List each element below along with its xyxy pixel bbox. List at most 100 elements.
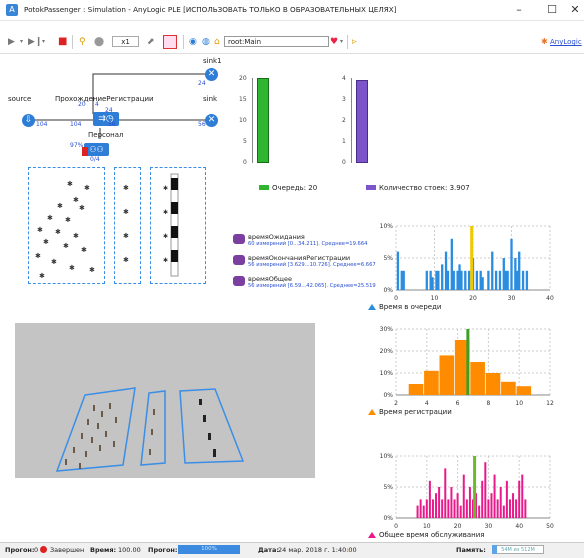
histogram-bar xyxy=(419,499,422,518)
passengers-in-queue: ✱ ✱✱ ✱ ✱✱ ✱✱ ✱ ✱✱ ✱ ✱✱✱ ✱ ✱✱ xyxy=(35,180,95,280)
sink1-label: sink1 xyxy=(203,57,222,65)
statistics-icon[interactable] xyxy=(233,276,245,286)
pointer-icon[interactable]: ▹ xyxy=(352,36,357,48)
passage-top-in: 20 xyxy=(78,101,86,108)
counters-tick: 0 xyxy=(342,159,346,166)
histogram-bar xyxy=(481,480,484,518)
speed-down-icon[interactable]: ⬤ xyxy=(94,36,104,48)
svg-text:✱: ✱ xyxy=(51,258,57,266)
histogram-bar xyxy=(460,270,463,290)
y-tick-label: 5% xyxy=(383,255,393,262)
svg-text:✱: ✱ xyxy=(89,266,95,274)
stop-icon[interactable]: ■ xyxy=(58,36,67,48)
anylogic-link[interactable]: AnyLogic xyxy=(550,36,582,48)
histogram-bar xyxy=(431,277,434,290)
x-tick-label: 8 xyxy=(486,400,490,407)
svg-text:✱: ✱ xyxy=(123,208,129,216)
sink1-node[interactable]: ✕ xyxy=(205,68,218,81)
histogram-bar xyxy=(493,474,496,518)
histogram-bar xyxy=(408,384,424,395)
step-icon[interactable]: ▶❙ xyxy=(28,36,42,48)
status-bar: Прогон: 0 Завершен Время: 100.00 Прогон:… xyxy=(0,542,584,558)
y-tick-label: 30% xyxy=(380,326,394,333)
counters-tick: 1 xyxy=(342,138,346,145)
close-button[interactable]: ✕ xyxy=(566,0,584,20)
source-node[interactable]: ⇩ xyxy=(22,114,35,127)
queue-bar-chart: 20 15 10 5 0 xyxy=(229,74,339,184)
counters-tick: 4 xyxy=(342,75,346,82)
y-tick-label: 0% xyxy=(383,287,393,294)
queue-tick: 0 xyxy=(243,159,247,166)
histogram-bar xyxy=(470,362,485,395)
x-tick-label: 0 xyxy=(394,295,398,302)
x-tick-label: 10 xyxy=(431,295,439,302)
stat-name: времяОкончанияРегистрации xyxy=(248,254,351,262)
svg-text:✱: ✱ xyxy=(73,196,79,204)
y-tick-label: 10% xyxy=(380,453,394,460)
step-dropdown-icon[interactable]: ▾ xyxy=(42,36,45,48)
queue-tick: 15 xyxy=(239,96,247,103)
sink-count: 56 xyxy=(198,121,206,128)
y-tick-label: 20% xyxy=(380,348,394,355)
counters-bar xyxy=(356,80,368,163)
speed-up-icon[interactable]: ⬈ xyxy=(147,36,155,48)
histogram-bar xyxy=(428,480,431,518)
queue-tick: 10 xyxy=(239,117,247,124)
staff-label: Персонал xyxy=(88,131,124,139)
histogram-bar xyxy=(506,270,509,290)
highlight-dropdown-icon[interactable]: ▾ xyxy=(340,36,343,48)
svg-text:✱: ✱ xyxy=(47,214,53,222)
histogram-legend: Время регистрации xyxy=(379,408,452,416)
realtime-toggle-icon[interactable] xyxy=(163,35,177,49)
run-state: Завершен xyxy=(50,546,85,554)
histogram-bar xyxy=(478,505,481,518)
play-dropdown-icon[interactable]: ▾ xyxy=(20,36,23,48)
camera-icon[interactable]: ◍ xyxy=(202,36,210,48)
time-label: Время: xyxy=(90,546,117,554)
maximize-button[interactable]: ☐ xyxy=(536,0,568,20)
minimize-button[interactable]: – xyxy=(503,0,535,20)
play-icon[interactable]: ▶ xyxy=(8,36,15,48)
anylogic-logo-icon: ✱ xyxy=(541,37,548,46)
queue-tick: 20 xyxy=(239,75,247,82)
histogram-legend: Время в очереди xyxy=(379,303,442,311)
run-value: 0 xyxy=(34,546,39,554)
time-value: 100.00 xyxy=(118,546,141,554)
x-tick-label: 30 xyxy=(508,295,516,302)
statistics-icon[interactable] xyxy=(233,255,245,265)
stat-name: времяОжидания xyxy=(248,233,305,241)
histogram-bar xyxy=(496,499,499,518)
statistics-icon[interactable] xyxy=(233,234,245,244)
x-tick-label: 6 xyxy=(456,400,460,407)
queue-legend: Очередь: 20 xyxy=(272,184,318,192)
counters-legend: Количество стоек: 3.907 xyxy=(379,184,470,192)
3d-view[interactable] xyxy=(15,323,315,478)
histogram-total: 10% 5% 0% 0 10 20 30 40 50 Общее время обслужива… xyxy=(368,452,558,542)
root-combo[interactable]: root:Main xyxy=(224,36,329,47)
speed-field[interactable]: x1 xyxy=(112,36,139,47)
highlight-icon[interactable]: ♥ xyxy=(330,36,338,48)
slow-down-icon[interactable]: ⚲ xyxy=(79,36,86,48)
x-tick-label: 20 xyxy=(454,523,462,530)
histogram-bar xyxy=(505,480,508,518)
navigate-icon[interactable]: ◉ xyxy=(189,36,197,48)
histogram-bar xyxy=(441,264,444,290)
toolbar-separator xyxy=(347,35,348,49)
y-tick-label: 10% xyxy=(380,223,394,230)
legend-triangle-icon xyxy=(368,532,376,538)
y-tick-label: 0% xyxy=(383,515,393,522)
home-icon[interactable]: ⌂ xyxy=(214,36,220,48)
svg-text:✱: ✱ xyxy=(67,180,73,188)
sink-node[interactable]: ✕ xyxy=(205,114,218,127)
histogram-bar xyxy=(467,270,471,290)
mean-marker xyxy=(466,329,470,395)
histogram-total-svg: 10% 5% 0%0 10 20 30 40 50 xyxy=(380,453,554,530)
histogram-bar xyxy=(424,370,439,395)
histogram-bar xyxy=(444,468,447,518)
histogram-bar xyxy=(508,499,511,518)
run-label: Прогон: xyxy=(5,546,35,554)
histogram-bar xyxy=(499,487,502,518)
sink1-count: 24 xyxy=(198,80,206,87)
queue-legend-swatch xyxy=(259,185,269,190)
histogram-bar xyxy=(396,251,400,290)
